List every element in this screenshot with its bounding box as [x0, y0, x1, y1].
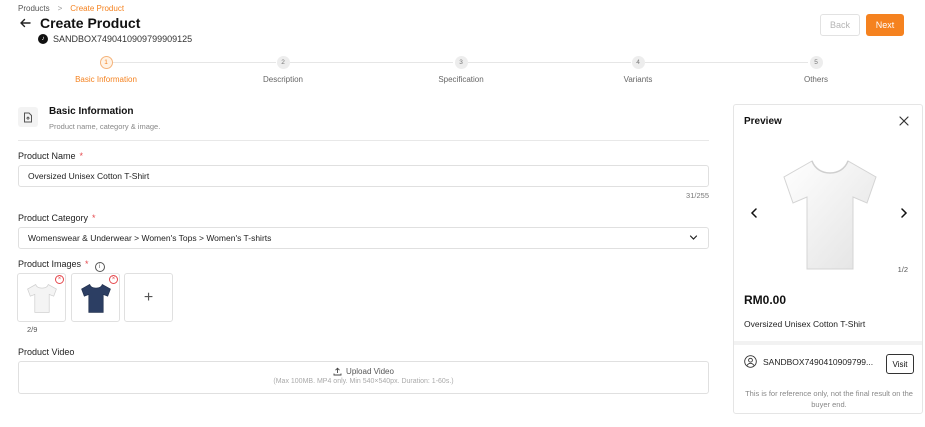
step-label: Variants [623, 75, 653, 84]
upload-video-button[interactable]: Upload Video [19, 367, 708, 376]
title-row: Create Product [18, 15, 140, 31]
chevron-down-icon [689, 233, 698, 244]
back-arrow-icon[interactable] [18, 16, 32, 30]
upload-video-hint: (Max 100MB. MP4 only. Min 540×540px. Dur… [273, 378, 454, 385]
product-video-label: Product Video [18, 347, 75, 357]
preview-product-name: Oversized Unisex Cotton T-Shirt [744, 319, 866, 329]
product-name-label-text: Product Name [18, 151, 76, 161]
required-mark: * [79, 151, 84, 161]
preview-price: RM0.00 [744, 293, 787, 307]
document-icon [18, 107, 38, 127]
step-specification[interactable]: 3 Specification [401, 56, 521, 84]
upload-icon [333, 367, 342, 376]
required-mark: * [92, 213, 96, 223]
step-number: 5 [809, 56, 823, 69]
remove-image-icon[interactable]: × [55, 275, 64, 284]
product-image-thumbnail[interactable]: × [17, 273, 66, 322]
preview-product-image [776, 157, 884, 273]
navy-tshirt-icon [80, 283, 111, 313]
product-name-value: Oversized Unisex Cotton T-Shirt [28, 171, 150, 181]
upload-video-dropzone[interactable]: Upload Video (Max 100MB. MP4 only. Min 5… [18, 361, 709, 394]
preview-image-page: 1/2 [897, 265, 908, 274]
step-basic-information[interactable]: 1 Basic Information [46, 56, 166, 84]
info-icon[interactable]: i [94, 262, 105, 272]
step-label: Others [803, 75, 828, 84]
plus-icon: + [143, 288, 154, 306]
step-number: 3 [454, 56, 468, 69]
step-variants[interactable]: 4 Variants [578, 56, 698, 84]
breadcrumb-separator: > [57, 4, 63, 13]
step-number: 2 [276, 56, 290, 69]
step-label: Description [262, 75, 303, 84]
remove-image-icon[interactable]: × [109, 275, 118, 284]
image-count: 2/9 [27, 325, 38, 334]
white-tshirt-icon [783, 160, 877, 270]
product-images-label-text: Product Images [18, 259, 82, 269]
next-button[interactable]: Next [866, 14, 904, 36]
preview-disclaimer: This is for reference only, not the fina… [745, 389, 913, 409]
step-number: 4 [631, 56, 645, 69]
step-number: 1 [99, 56, 113, 69]
product-category-value: Womenswear & Underwear > Women's Tops > … [28, 233, 272, 243]
close-icon[interactable] [898, 115, 910, 127]
required-mark: * [85, 259, 89, 269]
shop-id: SANDBOX7490410909799909125 [53, 34, 193, 44]
preview-divider [734, 341, 922, 345]
step-label: Basic Information [75, 75, 137, 84]
step-description[interactable]: 2 Description [223, 56, 343, 84]
product-name-input[interactable]: Oversized Unisex Cotton T-Shirt [18, 165, 709, 187]
tiktok-logo-icon: ♪ [38, 34, 48, 44]
upload-video-label: Upload Video [346, 367, 394, 376]
add-image-button[interactable]: + [124, 273, 173, 322]
visit-shop-button[interactable]: Visit [886, 354, 914, 374]
back-button[interactable]: Back [820, 14, 860, 36]
preview-shop-name: SANDBOX7490410909799... [763, 356, 874, 367]
white-tshirt-icon [26, 283, 57, 313]
chevron-right-icon[interactable] [900, 208, 908, 220]
preview-shop-row: SANDBOX7490410909799... [744, 355, 873, 368]
page-title: Create Product [40, 15, 141, 31]
step-others[interactable]: 5 Others [756, 56, 876, 84]
shop-id-row: ♪ SANDBOX7490410909799909125 [38, 34, 192, 44]
product-image-thumbnail[interactable]: × [71, 273, 120, 322]
breadcrumb: Products > Create Product [18, 4, 124, 13]
product-category-select[interactable]: Womenswear & Underwear > Women's Tops > … [18, 227, 709, 249]
shop-avatar-icon [744, 355, 757, 368]
preview-panel: Preview 1/2 RM0.00 Oversized Unisex Cott… [733, 104, 923, 414]
step-label: Specification [438, 75, 484, 84]
preview-title: Preview [744, 116, 782, 127]
section-title: Basic Information [49, 106, 134, 117]
product-name-label: Product Name * [18, 151, 83, 161]
breadcrumb-products-link[interactable]: Products [18, 4, 50, 13]
name-char-counter: 31/255 [686, 191, 709, 200]
stepper: 1 Basic Information 2 Description 3 Spec… [0, 56, 925, 90]
chevron-left-icon[interactable] [750, 208, 758, 220]
product-category-label-text: Product Category [18, 213, 89, 223]
section-divider [18, 140, 709, 141]
section-subtitle: Product name, category & image. [49, 122, 161, 131]
product-images-label: Product Images * i [18, 259, 105, 272]
breadcrumb-current: Create Product [70, 4, 125, 13]
product-category-label: Product Category * [18, 213, 96, 223]
